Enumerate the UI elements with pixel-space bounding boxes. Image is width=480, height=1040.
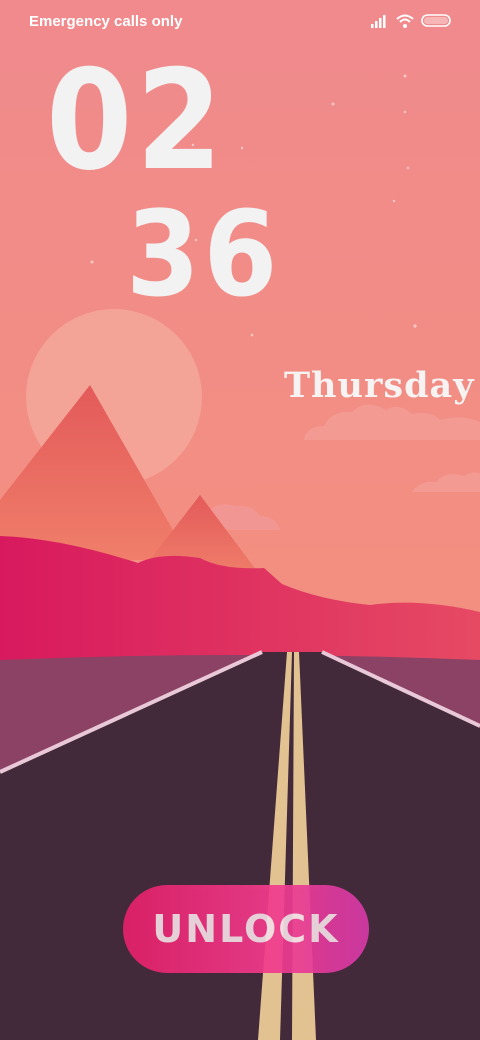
clock-minute: 36: [126, 185, 281, 323]
battery-icon: [421, 14, 451, 27]
lock-screen: Emergency calls only 02 36 Thursday UNLO…: [0, 0, 480, 1040]
signal-icon: [371, 15, 386, 28]
unlock-label: UNLOCK: [152, 907, 340, 951]
clock-hour: 02: [46, 40, 227, 201]
unlock-button[interactable]: UNLOCK: [123, 885, 369, 973]
day-label: Thursday: [284, 365, 475, 406]
wifi-icon: [396, 14, 414, 28]
carrier-text: Emergency calls only: [29, 13, 183, 30]
status-bar: Emergency calls only: [0, 0, 480, 44]
